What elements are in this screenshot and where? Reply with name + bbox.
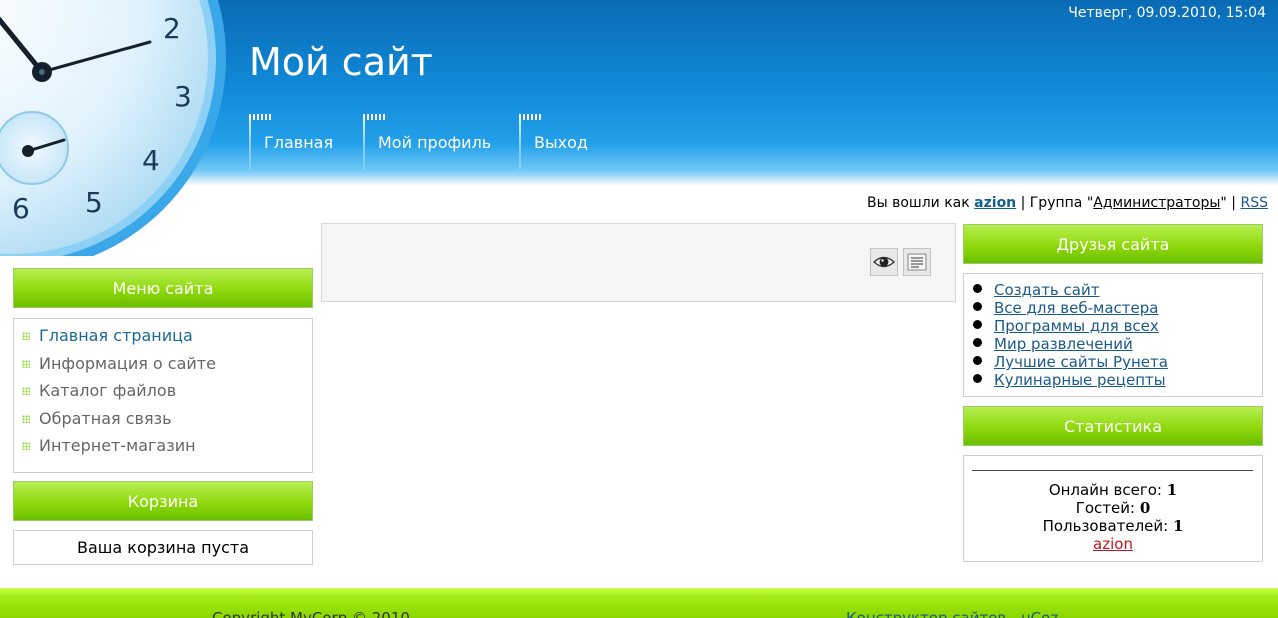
nav-item-label: Главная — [264, 133, 334, 152]
friend-link-webmaster[interactable]: Все для веб-мастера — [994, 299, 1158, 317]
rss-link[interactable]: RSS — [1240, 195, 1268, 211]
friend-link-entertainment[interactable]: Мир развлечений — [994, 335, 1133, 353]
clock-numeral-5: 5 — [85, 186, 103, 219]
clock-numeral-3: 3 — [174, 80, 192, 113]
footer-ucoz-link[interactable]: Конструктор сайтов - uCoz — [846, 609, 1058, 618]
stats-user-row: azion — [963, 535, 1263, 553]
menu-item-label[interactable]: Интернет-магазин — [39, 436, 196, 455]
list-icon — [907, 253, 927, 271]
clock-logo: 2 3 4 5 6 — [0, 0, 232, 256]
stats-online-row: Онлайн всего: 1 — [963, 481, 1263, 499]
stats-users-value: 1 — [1173, 517, 1184, 535]
nav-item-profile[interactable]: Мой профиль — [363, 112, 513, 170]
friend-link-create-site[interactable]: Создать сайт — [994, 281, 1099, 299]
footer-copyright: Copyright MyCorp © 2010 — [212, 609, 410, 618]
nav-flag-icon — [519, 114, 543, 120]
stats-user-link[interactable]: azion — [1093, 535, 1133, 553]
stats-divider — [972, 470, 1253, 471]
clock-numeral-2: 2 — [163, 12, 181, 45]
site-menu-title: Меню сайта — [13, 268, 313, 308]
stats-users-row: Пользователей: 1 — [963, 517, 1263, 535]
content-box — [321, 223, 956, 302]
stats-title: Статистика — [963, 406, 1263, 446]
group-suffix: " | — [1220, 195, 1241, 211]
view-button[interactable] — [870, 248, 898, 276]
stats-online-label: Онлайн всего: — [1048, 481, 1167, 499]
nav-item-label: Мой профиль — [378, 133, 492, 152]
bullet-icon — [22, 359, 30, 368]
bullet-icon — [22, 442, 30, 450]
user-bar: Вы вошли как azion | Группа "Администрат… — [867, 195, 1268, 211]
footer: Copyright MyCorp © 2010 Конструктор сайт… — [0, 588, 1278, 618]
friend-link-recipes[interactable]: Кулинарные рецепты — [994, 371, 1166, 389]
stats-guests-row: Гостей: 0 — [963, 499, 1263, 517]
nav-divider — [519, 116, 521, 170]
menu-item-label[interactable]: Информация о сайте — [39, 354, 216, 373]
friend-link-programs[interactable]: Программы для всех — [994, 317, 1159, 335]
logged-in-label: Вы вошли как — [866, 195, 975, 211]
menu-item-label[interactable]: Обратная связь — [39, 409, 172, 428]
site-title: Мой сайт — [249, 40, 433, 84]
menu-item-label[interactable]: Главная страница — [39, 326, 193, 345]
nav-item-home[interactable]: Главная — [249, 112, 359, 170]
stats-guests-label: Гостей: — [1075, 499, 1140, 517]
stats-users-label: Пользователей: — [1042, 517, 1173, 535]
header-datetime: Четверг, 09.09.2010, 15:04 — [1068, 5, 1266, 21]
nav-divider — [249, 116, 251, 170]
friend-link-best-sites[interactable]: Лучшие сайты Рунета — [994, 353, 1168, 371]
group-prefix: | Группа " — [1016, 195, 1094, 211]
clock-numeral-4: 4 — [142, 144, 160, 177]
stats-guests-value: 0 — [1139, 499, 1151, 517]
nav-item-logout[interactable]: Выход — [519, 112, 609, 170]
nav-divider — [363, 116, 365, 170]
nav-flag-icon — [249, 114, 273, 120]
username-link[interactable]: azion — [974, 195, 1016, 211]
bullet-icon — [22, 414, 30, 423]
eye-icon — [872, 256, 896, 268]
friends-title: Друзья сайта — [963, 224, 1263, 264]
bullet-icon — [22, 387, 30, 395]
stats-online-value: 1 — [1166, 481, 1178, 499]
stats-content: Онлайн всего: 1 Гостей: 0 Пользователей:… — [963, 481, 1263, 553]
nav-flag-icon — [363, 114, 387, 120]
clock-numeral-6: 6 — [12, 192, 30, 225]
nav-item-label: Выход — [534, 133, 588, 152]
cart-empty-text: Ваша корзина пуста — [76, 538, 250, 557]
list-button[interactable] — [903, 248, 931, 276]
group-link[interactable]: Администраторы — [1093, 195, 1220, 211]
cart-title: Корзина — [13, 481, 313, 521]
menu-item-label[interactable]: Каталог файлов — [39, 381, 176, 400]
bullet-icon — [22, 332, 30, 340]
